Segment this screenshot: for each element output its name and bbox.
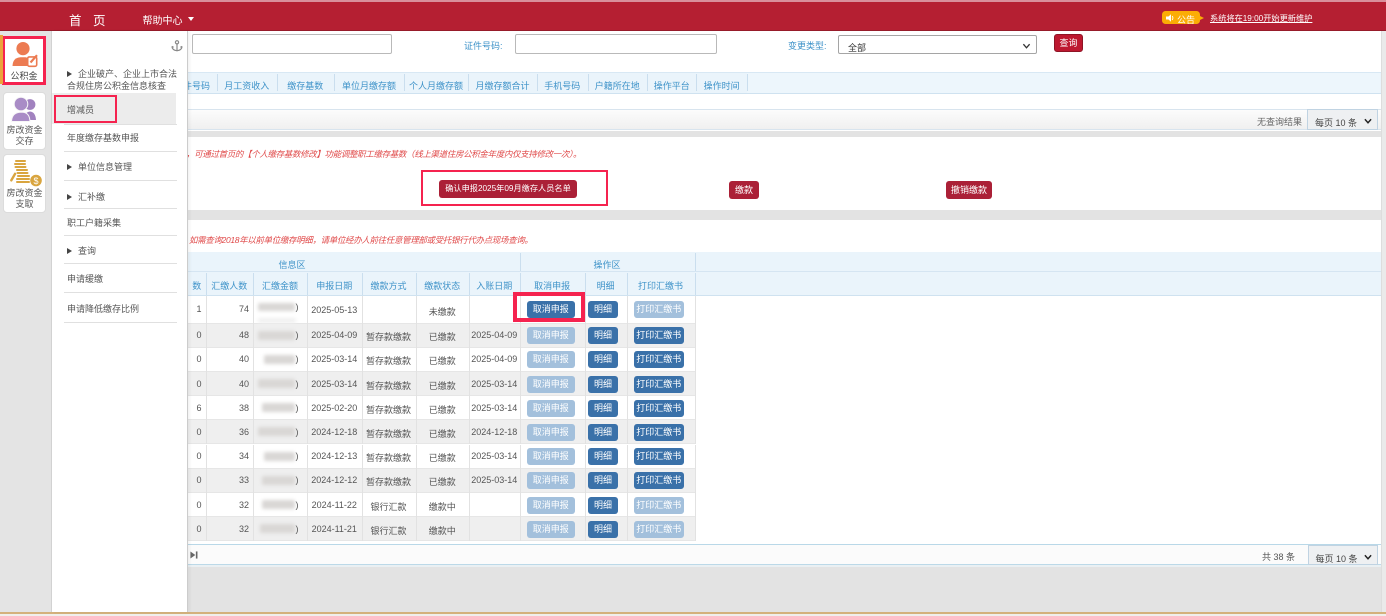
svg-text:$: $ <box>33 176 38 186</box>
